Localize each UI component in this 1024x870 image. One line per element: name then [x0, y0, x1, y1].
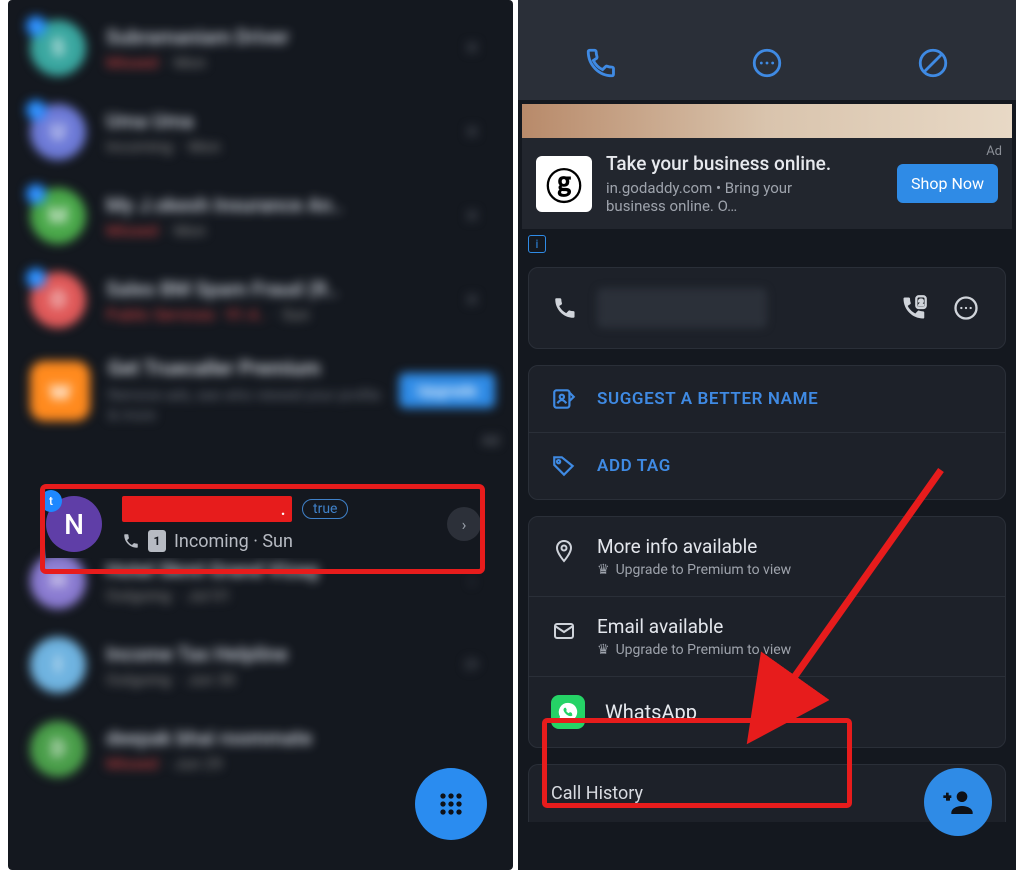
- avatar: H: [30, 553, 86, 609]
- add-person-icon: [942, 786, 974, 818]
- block-button[interactable]: [911, 41, 955, 85]
- more-info-title: More info available: [597, 535, 791, 558]
- caller-name: Income Tax Helpline: [106, 642, 433, 666]
- ad-card[interactable]: ⓖ Take your business online. in.godaddy.…: [522, 138, 1012, 229]
- avatar: D: [30, 721, 86, 777]
- truecaller-badge-icon: t: [26, 16, 46, 36]
- ad-subtitle: in.godaddy.com • Bring your business onl…: [606, 179, 846, 215]
- tag-icon: [551, 453, 577, 479]
- more-info-card: More info available ♛ Upgrade to Premium …: [528, 516, 1006, 748]
- email-row[interactable]: Email available ♛ Upgrade to Premium to v…: [529, 596, 1005, 676]
- ad-banner-image: [522, 104, 1012, 138]
- phone-number-blurred: [597, 288, 767, 328]
- call-log-entry[interactable]: t O Sales BM Spam Fraud (R.. Public Serv…: [8, 258, 513, 342]
- selected-call-entry[interactable]: t N . true 1 Incoming · Sun ›: [46, 490, 481, 558]
- avatar: I: [30, 637, 86, 693]
- dialpad-fab[interactable]: [415, 768, 487, 840]
- add-tag-row[interactable]: ADD TAG: [529, 432, 1005, 499]
- redacted-name: .: [122, 496, 292, 522]
- crown-icon: ♛: [597, 562, 610, 578]
- refresh-icon[interactable]: ⟳: [453, 646, 491, 684]
- chevron-right-icon[interactable]: ›: [453, 562, 491, 600]
- truecaller-badge-icon: t: [26, 100, 46, 120]
- caller-name: Sales BM Spam Fraud (R..: [106, 277, 433, 301]
- more-info-row[interactable]: More info available ♛ Upgrade to Premium …: [529, 517, 1005, 596]
- add-tag-label: ADD TAG: [597, 456, 671, 476]
- whatsapp-icon: [551, 695, 585, 729]
- ad-label: Ad: [482, 433, 499, 449]
- incoming-call-icon: [122, 532, 140, 550]
- phone-number-card: 2: [528, 267, 1006, 349]
- call-log-entry[interactable]: I Income Tax Helpline Outgoing·Jun 30 ⟳: [8, 623, 513, 707]
- truecaller-badge-icon: t: [26, 184, 46, 204]
- whatsapp-label: WhatsApp: [605, 700, 697, 724]
- phone-row[interactable]: 2: [529, 268, 1005, 348]
- more-info-sub: Upgrade to Premium to view: [616, 562, 792, 578]
- dialpad-icon: [435, 788, 467, 820]
- caller-name: Hotel Skml Grand Vizag: [106, 558, 433, 582]
- top-action-bar: [518, 0, 1016, 100]
- email-title: Email available: [597, 615, 791, 638]
- suggest-label: SUGGEST A BETTER NAME: [597, 389, 818, 409]
- call-log-screen: t S Subramaniam Driver Missed·Mon ✕ t U …: [8, 0, 513, 870]
- call-log-entry[interactable]: t U Uma Uma Incoming·Mon ✕: [8, 90, 513, 174]
- call-log-entry[interactable]: t S Subramaniam Driver Missed·Mon ✕: [8, 6, 513, 90]
- crown-icon: ♛: [597, 642, 610, 658]
- premium-promo[interactable]: w Get Truecaller Premium Remove ads, see…: [8, 342, 513, 447]
- truecaller-badge-icon: t: [26, 268, 46, 288]
- promo-title: Get Truecaller Premium: [108, 356, 381, 380]
- call-log-entry[interactable]: t M My J.okesh Insurance An.. Missed·Mon…: [8, 174, 513, 258]
- whatsapp-row[interactable]: WhatsApp: [529, 676, 1005, 747]
- call-button[interactable]: [579, 41, 623, 85]
- entry-action-icon[interactable]: ✕: [453, 29, 491, 67]
- call-subline: 1 Incoming · Sun: [122, 530, 427, 552]
- caller-name: Subramaniam Driver: [106, 25, 433, 49]
- suggest-card: SUGGEST A BETTER NAME ADD TAG: [528, 365, 1006, 500]
- mail-icon: [551, 619, 577, 643]
- upgrade-button[interactable]: Upgrade: [399, 373, 495, 408]
- contact-detail-screen: ⓖ Take your business online. in.godaddy.…: [518, 0, 1016, 870]
- caller-name: deepak bhai roommate: [106, 726, 491, 750]
- edit-contact-icon: [551, 386, 577, 412]
- ad-logo-icon: ⓖ: [536, 156, 592, 212]
- call-log-list-blurred: t S Subramaniam Driver Missed·Mon ✕ t U …: [8, 0, 513, 791]
- sms-icon[interactable]: [949, 291, 983, 325]
- chevron-right-icon[interactable]: ›: [447, 507, 481, 541]
- promo-icon: w: [30, 361, 90, 421]
- sim-call-icon[interactable]: 2: [897, 291, 931, 325]
- entry-action-icon[interactable]: ✕: [453, 197, 491, 235]
- phone-icon: [551, 295, 579, 321]
- add-contact-fab[interactable]: [924, 768, 992, 836]
- message-icon: [750, 46, 784, 80]
- phone-icon: [584, 46, 618, 80]
- entry-action-icon[interactable]: ✕: [453, 113, 491, 151]
- promo-subtitle: Remove ads, see who viewed your profile …: [108, 386, 381, 425]
- message-button[interactable]: [745, 41, 789, 85]
- true-badge: true: [302, 499, 348, 519]
- email-sub: Upgrade to Premium to view: [616, 642, 792, 658]
- caller-name: Uma Uma: [106, 109, 433, 133]
- ad-info-icon[interactable]: i: [528, 235, 546, 253]
- svg-text:2: 2: [919, 298, 924, 308]
- ad-cta-button[interactable]: Shop Now: [897, 164, 998, 203]
- ad-title: Take your business online.: [606, 152, 883, 175]
- caller-name: My J.okesh Insurance An..: [106, 193, 433, 217]
- sim-icon: 1: [148, 530, 166, 552]
- block-icon: [916, 46, 950, 80]
- suggest-name-row[interactable]: SUGGEST A BETTER NAME: [529, 366, 1005, 432]
- avatar: t N: [46, 496, 102, 552]
- truecaller-badge-icon: t: [40, 490, 62, 512]
- location-icon: [551, 539, 577, 563]
- entry-action-icon[interactable]: ✕: [453, 281, 491, 319]
- ad-label: Ad: [986, 144, 1002, 159]
